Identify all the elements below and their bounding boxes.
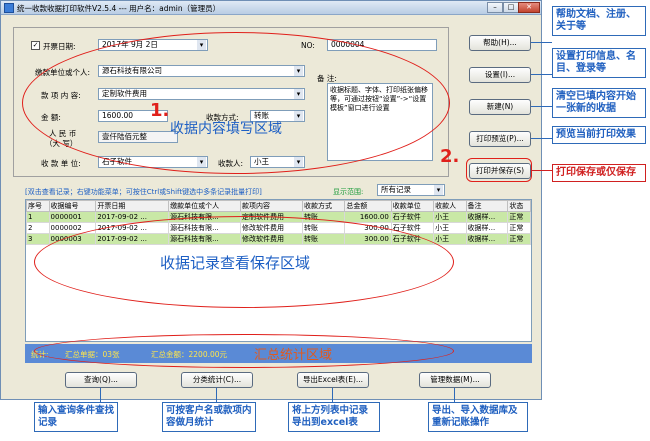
- table-cell: 正常: [507, 211, 531, 223]
- window-title: 统一收款收据打印软件V2.5.4 --- 用户名：admin（管理员）: [17, 4, 221, 13]
- arrow-export: [332, 388, 333, 402]
- callout-preview: 预览当前打印效果: [552, 126, 646, 144]
- date-checkbox[interactable]: ✓: [31, 41, 40, 50]
- settings-button[interactable]: 设置(I)...: [469, 67, 531, 83]
- column-header[interactable]: 总金额: [344, 200, 392, 212]
- table-cell: 石子软件: [390, 211, 435, 223]
- arrow-settings: [531, 74, 552, 75]
- arrow-help: [531, 42, 552, 43]
- table-area-label: 收据记录查看保存区域: [160, 254, 311, 272]
- step-1-number: 1.: [150, 100, 170, 121]
- column-header[interactable]: 款项内容: [239, 200, 304, 212]
- table-header-row: 序号 收据编号 开票日期 缴款单位或个人 款项内容 收款方式 总金额 收款单位 收款人 备注 状态: [26, 200, 531, 212]
- callout-manage: 导出、导入数据库及重新记账操作: [428, 402, 528, 432]
- callout-settings: 设置打印信息、名目、登录等: [552, 48, 646, 78]
- callout-stats: 可按客户名或款项内容做月统计: [162, 402, 256, 432]
- callout-export: 将上方列表中记录导出到excel表: [288, 402, 380, 432]
- arrow-new: [531, 106, 552, 107]
- table-cell: 0000001: [48, 211, 97, 223]
- form-area-highlight: [22, 32, 450, 174]
- range-combo[interactable]: 所有记录: [377, 184, 445, 196]
- column-header[interactable]: 开票日期: [95, 200, 170, 212]
- payee-unit-label: 收 款 单 位:: [41, 159, 81, 168]
- form-area-label: 收据内容填写区域: [170, 121, 282, 137]
- help-button[interactable]: 帮助(H)...: [469, 35, 531, 51]
- stats-area-highlight: [34, 334, 454, 368]
- stats-button[interactable]: 分类统计(C)...: [181, 372, 253, 388]
- table-cell: 收据样...: [465, 222, 509, 234]
- arrow-print: [531, 170, 552, 171]
- table-cell: 收据样...: [465, 233, 509, 245]
- arrow-stats: [216, 388, 217, 402]
- range-label: 显示范围:: [333, 188, 364, 196]
- column-header[interactable]: 状态: [507, 200, 531, 212]
- new-button[interactable]: 新建(N): [469, 99, 531, 115]
- table-cell: 1600.00: [344, 211, 392, 223]
- minimize-icon[interactable]: –: [487, 2, 503, 13]
- app-icon: [4, 3, 14, 13]
- table-cell: 3: [26, 233, 50, 245]
- query-button[interactable]: 查询(Q)...: [65, 372, 137, 388]
- maximize-icon[interactable]: □: [503, 2, 519, 13]
- table-cell: 1: [26, 211, 50, 223]
- table-cell: 小王: [433, 222, 467, 234]
- callout-new: 清空已填内容开始一张新的收据: [552, 88, 646, 118]
- table-cell: 小王: [433, 211, 467, 223]
- column-header[interactable]: 备注: [465, 200, 509, 212]
- stats-area-label: 汇总统计区域: [254, 348, 333, 363]
- export-excel-button[interactable]: 导出Excel表(E)...: [297, 372, 369, 388]
- manage-data-button[interactable]: 管理数据(M)...: [419, 372, 491, 388]
- callout-print: 打印保存或仅保存: [552, 164, 646, 182]
- arrow-preview: [531, 138, 552, 139]
- column-header[interactable]: 收款单位: [390, 200, 435, 212]
- table-hint: [双击查看记录；右键功能菜单；可按住Ctrl或Shift键选中多条记录批量打印]: [25, 188, 262, 196]
- print-button-highlight: [466, 158, 532, 182]
- table-cell: 正常: [507, 222, 531, 234]
- table-cell: 2: [26, 222, 50, 234]
- column-header[interactable]: 收款方式: [302, 200, 346, 212]
- table-cell: 正常: [507, 233, 531, 245]
- column-header[interactable]: 序号: [26, 200, 50, 212]
- callout-query: 输入查询条件查找记录: [34, 402, 118, 432]
- column-header[interactable]: 收款人: [433, 200, 467, 212]
- print-preview-button[interactable]: 打印预览(P)...: [469, 131, 531, 147]
- close-icon[interactable]: ✕: [518, 2, 540, 13]
- column-header[interactable]: 缴款单位或个人: [168, 200, 241, 212]
- arrow-query: [100, 388, 101, 402]
- title-bar[interactable]: 统一收款收据打印软件V2.5.4 --- 用户名：admin（管理员） – □ …: [1, 1, 541, 15]
- step-2-number: 2.: [440, 146, 460, 167]
- arrow-manage: [454, 388, 455, 402]
- table-cell: 收据样...: [465, 211, 509, 223]
- callout-help: 帮助文档、注册、关于等: [552, 6, 646, 36]
- date-label: 开票日期:: [43, 42, 76, 51]
- table-cell: 小王: [433, 233, 467, 245]
- column-header[interactable]: 收据编号: [48, 200, 97, 212]
